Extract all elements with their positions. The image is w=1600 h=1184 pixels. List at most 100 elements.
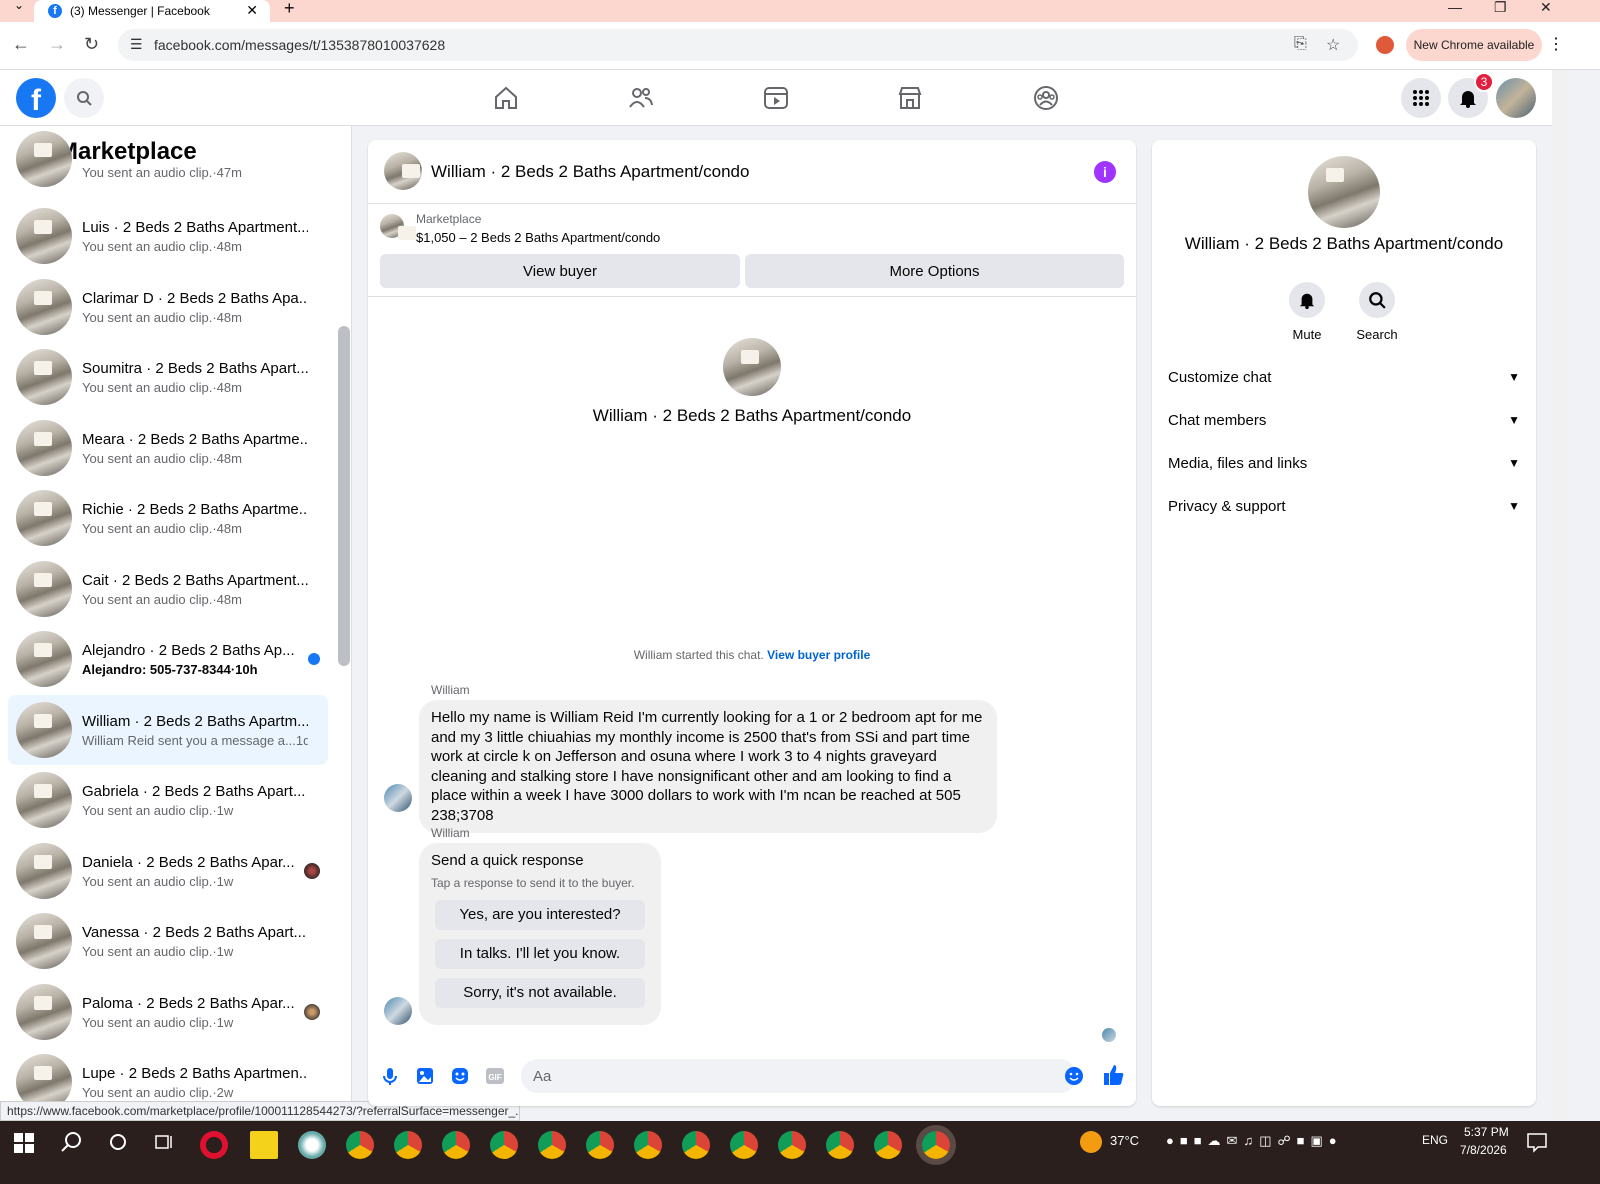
chrome-icon[interactable] xyxy=(874,1131,902,1159)
sender-avatar[interactable] xyxy=(384,784,412,812)
chrome-icon[interactable] xyxy=(826,1131,854,1159)
thumbs-up-icon[interactable] xyxy=(1102,1063,1126,1087)
mute-button[interactable]: Mute xyxy=(1277,282,1337,342)
list-item[interactable]: Cait · 2 Beds 2 Baths Apartment... You se… xyxy=(8,554,328,624)
chrome-icon[interactable] xyxy=(586,1131,614,1159)
tab-search-chevron-icon[interactable]: ⌄ xyxy=(14,0,24,12)
list-item[interactable]: Lupe · 2 Beds 2 Baths Apartmen... You sen… xyxy=(8,1047,328,1106)
list-item[interactable]: William · 2 Beds 2 Baths Apartm... Willia… xyxy=(8,695,328,765)
privacy-support-section[interactable]: Privacy & support ▼ xyxy=(1168,486,1520,526)
search-in-chat-button[interactable]: Search xyxy=(1347,282,1407,342)
chrome-icon[interactable] xyxy=(634,1131,662,1159)
marketplace-icon[interactable] xyxy=(896,84,924,112)
windows-start-icon[interactable] xyxy=(14,1133,34,1153)
clock-time[interactable]: 5:37 PM xyxy=(1464,1125,1509,1139)
list-item[interactable]: Soumitra · 2 Beds 2 Baths Apart... You se… xyxy=(8,342,328,412)
list-item[interactable]: Clarimar D · 2 Beds 2 Baths Apa... You se… xyxy=(8,272,328,342)
chrome-icon[interactable] xyxy=(538,1131,566,1159)
list-item[interactable]: Gabriela · 2 Beds 2 Baths Apart... You se… xyxy=(8,765,328,835)
groups-icon[interactable] xyxy=(1032,84,1060,112)
window-close-icon[interactable]: ✕ xyxy=(1540,0,1552,16)
new-tab-icon[interactable]: + xyxy=(284,0,295,19)
chrome-icon[interactable] xyxy=(730,1131,758,1159)
back-arrow-icon[interactable]: ← xyxy=(12,34,30,55)
customize-chat-section[interactable]: Customize chat ▼ xyxy=(1168,357,1520,397)
chrome-profile-icon[interactable] xyxy=(1376,36,1394,54)
video-icon[interactable] xyxy=(762,84,790,112)
chrome-icon[interactable] xyxy=(346,1131,374,1159)
restore-icon[interactable]: ❐ xyxy=(1494,0,1507,16)
list-item[interactable]: Daniela · 2 Beds 2 Baths Apar... You sent… xyxy=(8,836,328,906)
list-item[interactable]: Meara · 2 Beds 2 Baths Apartme... You sen… xyxy=(8,413,328,483)
page-scrollbar[interactable] xyxy=(1552,70,1568,1120)
search-button[interactable] xyxy=(64,78,104,118)
message-bubble[interactable]: Hello my name is William Reid I'm curren… xyxy=(419,700,997,833)
chat-title[interactable]: William · 2 Beds 2 Baths Apartment/condo xyxy=(431,162,749,182)
info-icon[interactable]: i xyxy=(1094,161,1116,183)
weather-icon[interactable] xyxy=(1080,1131,1102,1153)
clock-date[interactable]: 7/8/2026 xyxy=(1460,1143,1507,1157)
more-options-button[interactable]: More Options xyxy=(745,254,1124,288)
chat-avatar[interactable] xyxy=(384,152,422,190)
chrome-menu-icon[interactable]: ⋮ xyxy=(1548,34,1564,54)
gif-icon[interactable]: GIF xyxy=(485,1066,505,1086)
notification-center-icon[interactable] xyxy=(1526,1131,1548,1153)
new-chrome-button[interactable]: New Chrome available xyxy=(1406,29,1542,61)
site-info-icon[interactable]: ☰ xyxy=(130,36,143,53)
quick-response-button[interactable]: In talks. I'll let you know. xyxy=(435,939,645,969)
sender-avatar[interactable] xyxy=(384,997,412,1025)
chrome-icon[interactable] xyxy=(442,1131,470,1159)
search-icon[interactable] xyxy=(60,1131,82,1153)
media-files-links-section[interactable]: Media, files and links ▼ xyxy=(1168,443,1520,483)
list-item[interactable]: Alejandro · 2 Beds 2 Baths Ap... Alejandr… xyxy=(8,624,328,694)
close-tab-icon[interactable]: ✕ xyxy=(246,2,258,19)
list-item[interactable]: Vanessa · 2 Beds 2 Baths Apart... You sen… xyxy=(8,906,328,976)
message-input[interactable]: Aa xyxy=(521,1059,1077,1093)
sticker-icon[interactable] xyxy=(450,1066,470,1086)
quick-response-button[interactable]: Sorry, it's not available. xyxy=(435,978,645,1008)
minimize-icon[interactable]: — xyxy=(1448,0,1462,15)
task-view-icon[interactable] xyxy=(154,1132,174,1152)
sidebar-scrollbar[interactable] xyxy=(338,326,350,666)
chat-members-section[interactable]: Chat members ▼ xyxy=(1168,400,1520,440)
menu-grid-button[interactable] xyxy=(1401,78,1441,118)
list-item[interactable]: Richie · 2 Beds 2 Baths Apartme... You se… xyxy=(8,483,328,553)
account-avatar[interactable] xyxy=(1496,78,1536,118)
emoji-icon[interactable] xyxy=(1064,1066,1084,1086)
facebook-logo-icon[interactable]: f xyxy=(16,78,56,118)
list-item[interactable]: Paloma · 2 Beds 2 Baths Apar... You sent … xyxy=(8,977,328,1047)
photo-icon[interactable] xyxy=(415,1066,435,1086)
chrome-icon[interactable] xyxy=(778,1131,806,1159)
language-indicator[interactable]: ENG xyxy=(1422,1133,1448,1147)
intro-name: William · 2 Beds 2 Baths Apartment/condo xyxy=(592,406,912,425)
chrome-icon[interactable] xyxy=(394,1131,422,1159)
chrome-active-icon[interactable] xyxy=(922,1131,950,1159)
sticky-notes-icon[interactable] xyxy=(250,1131,278,1159)
chrome-icon[interactable] xyxy=(490,1131,518,1159)
address-bar[interactable]: ☰ facebook.com/messages/t/13538780100376… xyxy=(118,29,1358,61)
cortana-icon[interactable] xyxy=(108,1132,128,1152)
microphone-icon[interactable] xyxy=(380,1066,400,1086)
weather-temp[interactable]: 37°C xyxy=(1110,1133,1139,1148)
system-tray-icon[interactable]: ●■■☁✉♫◫☍■▣● xyxy=(1166,1133,1343,1149)
view-buyer-profile-link[interactable]: View buyer profile xyxy=(767,648,870,662)
install-app-icon[interactable]: ⎘ xyxy=(1294,35,1307,53)
bookmark-star-icon[interactable]: ☆ xyxy=(1326,35,1340,55)
forward-arrow-icon[interactable]: → xyxy=(48,34,66,55)
chat-started-note: William started this chat. View buyer pr… xyxy=(368,648,1136,662)
chrome-icon[interactable] xyxy=(682,1131,710,1159)
details-avatar[interactable] xyxy=(1308,156,1380,228)
quick-response-button[interactable]: Yes, are you interested? xyxy=(435,900,645,930)
quick-response-card: Send a quick response Tap a response to … xyxy=(419,843,661,1025)
paint-icon[interactable] xyxy=(298,1131,326,1159)
opera-icon[interactable] xyxy=(200,1131,228,1159)
home-icon[interactable] xyxy=(492,84,520,112)
reload-icon[interactable]: ↻ xyxy=(84,34,99,55)
conversation-preview: You sent an audio clip.·48m xyxy=(82,309,242,325)
friends-icon[interactable] xyxy=(627,84,655,112)
view-buyer-button[interactable]: View buyer xyxy=(380,254,740,288)
listing-thumbnail xyxy=(16,420,72,476)
list-item[interactable]: You sent an audio clip.·47m xyxy=(8,131,328,194)
list-item[interactable]: Luis · 2 Beds 2 Baths Apartment... You se… xyxy=(8,201,328,271)
browser-tab[interactable]: f (3) Messenger | Facebook ✕ xyxy=(34,0,270,22)
